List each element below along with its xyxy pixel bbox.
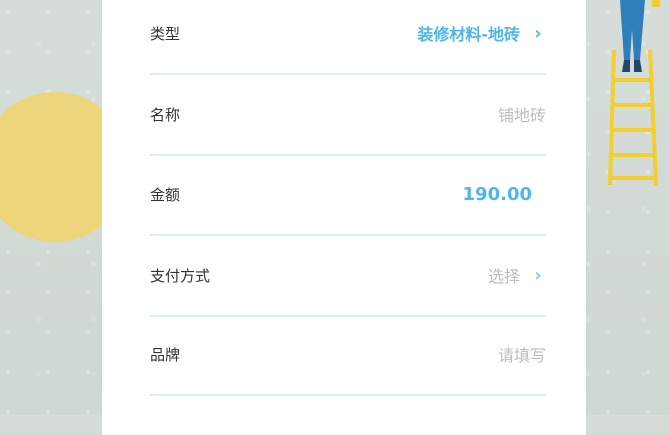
form-row-brand[interactable]: 品牌 请填写: [150, 314, 546, 396]
amount-input[interactable]: 190.00: [463, 184, 532, 205]
payment-label: 支付方式: [150, 266, 211, 285]
amount-label: 金额: [150, 185, 181, 204]
brand-label: 品牌: [150, 345, 181, 364]
form-row-amount[interactable]: 金额 190.00: [150, 154, 546, 236]
form-row-name[interactable]: 名称 铺地砖: [150, 74, 546, 156]
name-label: 名称: [150, 105, 181, 124]
payment-select[interactable]: 选择: [488, 263, 520, 287]
brand-input[interactable]: 请填写: [498, 342, 546, 366]
name-input[interactable]: 铺地砖: [498, 102, 546, 126]
type-label: 类型: [150, 24, 181, 43]
chevron-right-icon: ›: [534, 22, 542, 44]
form-row-type[interactable]: 类型 装修材料-地砖 ›: [150, 0, 546, 75]
type-value: 装修材料-地砖: [417, 25, 520, 44]
ladder-worker-illustration: [608, 0, 660, 186]
form-row-payment[interactable]: 支付方式 选择 ›: [150, 235, 546, 317]
chevron-right-icon: ›: [534, 264, 542, 286]
